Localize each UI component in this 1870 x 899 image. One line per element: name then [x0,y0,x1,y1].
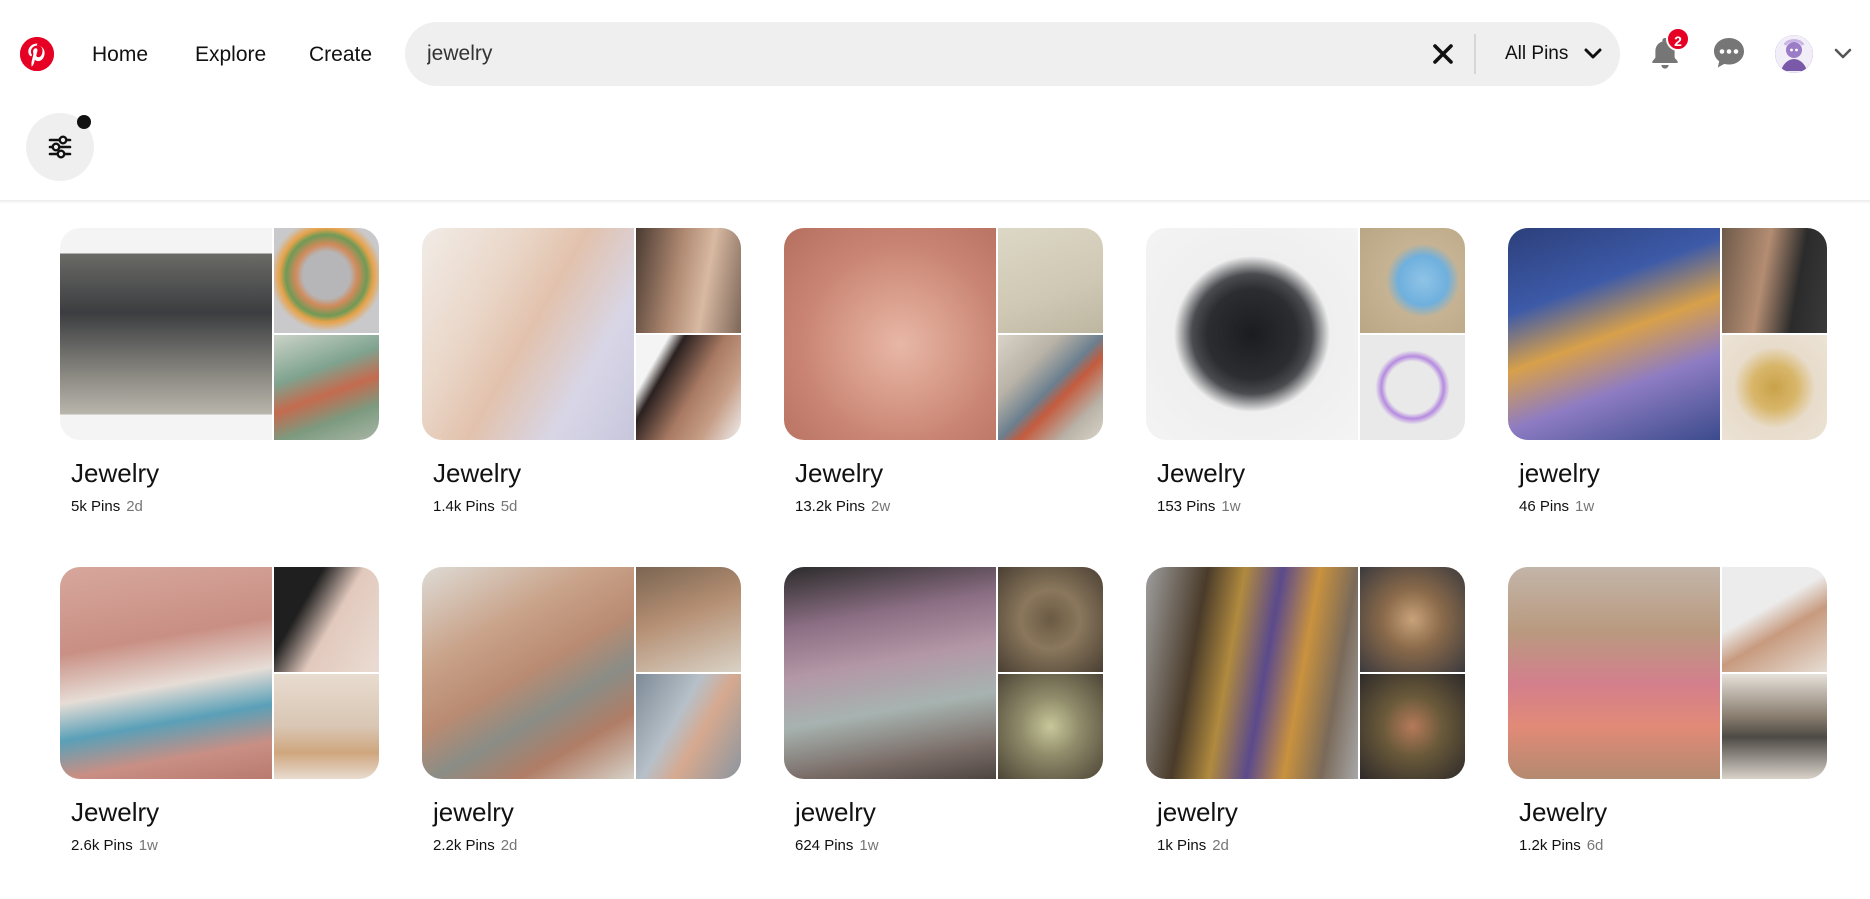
nav-create-link[interactable]: Create [305,34,376,76]
board-cover[interactable] [60,228,379,440]
board-meta: 153 Pins 1w [1157,498,1241,515]
chevron-down-icon[interactable] [1579,40,1607,68]
board-meta: 2.6k Pins 1w [71,837,158,854]
board-age: 1w [1575,498,1595,515]
board-pin-count: 153 Pins [1157,498,1216,515]
board-meta: 1k Pins 2d [1157,837,1229,854]
nav-explore-link[interactable]: Explore [191,34,270,76]
board-pin-count: 1.4k Pins [433,498,495,515]
board-pin-count: 13.2k Pins [795,498,866,515]
board-title: Jewelry [795,458,884,488]
board-card[interactable]: Jewelry 2.6k Pins 1w [60,567,379,857]
board-meta: 46 Pins 1w [1519,498,1594,515]
board-card[interactable]: jewelry 1k Pins 2d [1146,567,1465,857]
board-cover[interactable] [1508,567,1827,779]
board-age: 5d [500,498,518,515]
clear-icon [1433,44,1453,64]
header-shadow [0,200,1870,204]
board-cover[interactable] [1508,228,1827,440]
board-age: 1w [1221,498,1241,515]
board-cover[interactable] [60,567,379,779]
board-cover[interactable] [1146,228,1465,440]
search-input[interactable] [427,34,1387,74]
board-title: Jewelry [1157,458,1246,488]
board-age: 1w [138,837,158,854]
notification-count-badge: 2 [1666,27,1690,51]
board-title: Jewelry [1519,797,1608,827]
board-pin-count: 5k Pins [71,498,121,515]
board-age: 6d [1586,837,1604,854]
board-meta: 1.4k Pins 5d [433,498,517,515]
board-age: 2w [871,498,891,515]
search-divider [1474,34,1476,74]
board-title: Jewelry [71,458,160,488]
nav-home-link[interactable]: Home [88,34,152,76]
board-meta: 624 Pins 1w [795,837,879,854]
board-pin-count: 1k Pins [1157,837,1207,854]
board-pin-count: 46 Pins [1519,498,1570,515]
board-cover[interactable] [1146,567,1465,779]
board-meta: 5k Pins 2d [71,498,143,515]
board-card[interactable]: Jewelry 13.2k Pins 2w [784,228,1103,518]
board-age: 2d [1212,837,1229,854]
board-card[interactable]: Jewelry 153 Pins 1w [1146,228,1465,518]
board-cover[interactable] [784,228,1103,440]
top-navigation-bar: Home Explore Create All Pins 2 [0,0,1870,110]
board-card[interactable]: jewelry 624 Pins 1w [784,567,1103,857]
board-title: Jewelry [71,797,160,827]
board-title: jewelry [795,797,876,827]
board-title: jewelry [1157,797,1238,827]
board-card[interactable]: jewelry 46 Pins 1w [1508,228,1827,518]
search-scope-dropdown[interactable]: All Pins [1505,38,1568,70]
pinterest-logo-icon[interactable] [20,37,54,71]
board-meta: 13.2k Pins 2w [795,498,890,515]
board-card[interactable]: Jewelry 5k Pins 2d [60,228,379,518]
board-age: 1w [859,837,879,854]
clear-search-button[interactable] [1427,38,1459,70]
board-pin-count: 2.6k Pins [71,837,133,854]
search-bar: All Pins [405,22,1620,86]
board-card[interactable]: Jewelry 1.2k Pins 6d [1508,567,1827,857]
board-title: jewelry [433,797,514,827]
board-meta: 2.2k Pins 2d [433,837,517,854]
board-card[interactable]: Jewelry 1.4k Pins 5d [422,228,741,518]
board-pin-count: 624 Pins [795,837,854,854]
board-cover[interactable] [422,228,741,440]
board-title: Jewelry [433,458,522,488]
active-filter-indicator [77,115,91,129]
board-title: jewelry [1519,458,1600,488]
board-pin-count: 1.2k Pins [1519,837,1581,854]
board-pin-count: 2.2k Pins [433,837,495,854]
filter-icon [48,135,72,159]
board-age: 2d [500,837,518,854]
board-cover[interactable] [422,567,741,779]
avatar[interactable] [1775,35,1813,73]
chat-icon[interactable] [1709,33,1749,73]
board-age: 2d [126,498,143,515]
board-card[interactable]: jewelry 2.2k Pins 2d [422,567,741,857]
account-chevron-down-icon[interactable] [1829,40,1857,68]
board-meta: 1.2k Pins 6d [1519,837,1603,854]
board-cover[interactable] [784,567,1103,779]
